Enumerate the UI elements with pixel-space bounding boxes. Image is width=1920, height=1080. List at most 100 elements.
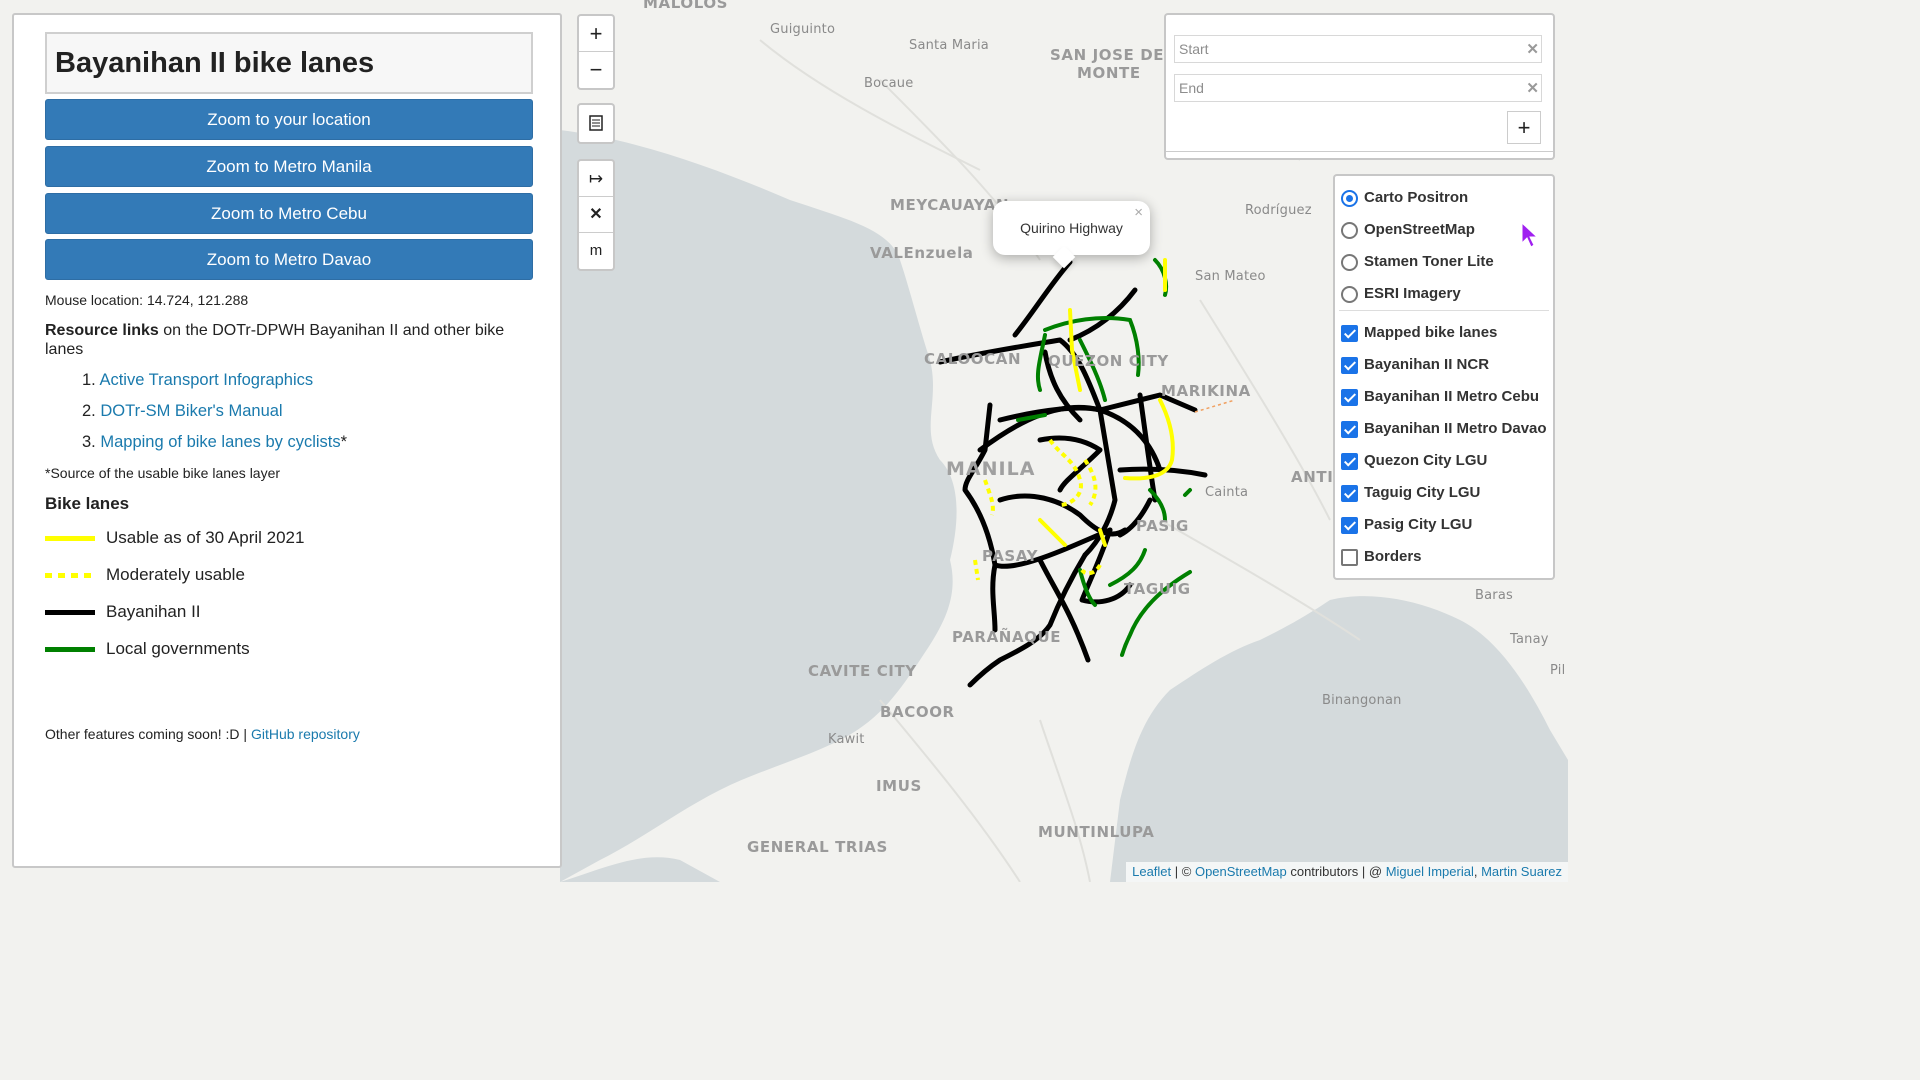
place-label: QUEZON CITY bbox=[1048, 352, 1169, 370]
add-waypoint-button[interactable]: + bbox=[1507, 111, 1541, 144]
routing-divider bbox=[1166, 151, 1553, 152]
layer-label: Mapped bike lanes bbox=[1364, 324, 1498, 341]
legend-swatch bbox=[45, 610, 95, 615]
map-attribution: Leaflet | © OpenStreetMap contributors |… bbox=[1126, 862, 1568, 882]
measure-arrow-icon[interactable]: ↦ bbox=[579, 161, 613, 197]
layer-label: Quezon City LGU bbox=[1364, 452, 1488, 469]
author-link[interactable]: Martin Suarez bbox=[1481, 864, 1562, 879]
place-label: TAGUIG bbox=[1124, 580, 1191, 598]
clear-start-icon[interactable]: ✕ bbox=[1526, 40, 1539, 58]
measure-control: ↦ ✕ m bbox=[577, 159, 615, 271]
legend-title: Bike lanes bbox=[45, 494, 130, 513]
place-label: PASIG bbox=[1136, 517, 1189, 535]
place-label: Pil bbox=[1550, 663, 1566, 678]
layer-label: ESRI Imagery bbox=[1364, 285, 1461, 302]
layer-label: Bayanihan II NCR bbox=[1364, 356, 1490, 373]
place-label: MALOLOS bbox=[643, 0, 729, 12]
layer-label: Taguig City LGU bbox=[1364, 484, 1481, 501]
attribution-text: contributors | @ bbox=[1286, 864, 1386, 879]
place-label: PARAÑAQUE bbox=[952, 628, 1062, 646]
footer-text: Other features coming soon! :D | bbox=[45, 726, 251, 742]
checkbox-icon[interactable] bbox=[1341, 421, 1358, 438]
zoom-to-metro-davao-button[interactable]: Zoom to Metro Davao bbox=[45, 239, 533, 280]
place-label: CAVITE CITY bbox=[808, 662, 917, 680]
map-popup: Quirino Highway × bbox=[993, 201, 1150, 269]
sidebar-panel: Bayanihan II bike lanes Zoom to your loc… bbox=[12, 13, 562, 868]
place-label: MUNTINLUPA bbox=[1038, 823, 1155, 841]
cursor-icon bbox=[1521, 222, 1539, 248]
list-item: 1. Active Transport Infographics bbox=[82, 371, 347, 402]
link-active-transport[interactable]: Active Transport Infographics bbox=[99, 371, 313, 389]
place-label: GENERAL TRIAS bbox=[747, 838, 888, 856]
checkbox-icon[interactable] bbox=[1341, 325, 1358, 342]
mouse-location: Mouse location: 14.724, 121.288 bbox=[45, 292, 249, 308]
place-label: BACOOR bbox=[880, 703, 955, 721]
place-label: Cainta bbox=[1205, 485, 1249, 500]
radio-icon[interactable] bbox=[1341, 286, 1358, 303]
place-label: ANTI bbox=[1291, 468, 1334, 486]
zoom-to-metro-manila-button[interactable]: Zoom to Metro Manila bbox=[45, 146, 533, 187]
checkbox-icon[interactable] bbox=[1341, 453, 1358, 470]
start-input[interactable] bbox=[1174, 35, 1542, 63]
list-number: 3. bbox=[82, 433, 96, 451]
place-label: MANILA bbox=[946, 458, 1036, 480]
unit-toggle-button[interactable]: m bbox=[579, 233, 613, 269]
legend-label: Bayanihan II bbox=[106, 602, 201, 621]
layer-label: Bayanihan II Metro Davao bbox=[1364, 420, 1547, 437]
attribution-text: | © bbox=[1171, 864, 1195, 879]
zoom-to-metro-cebu-button[interactable]: Zoom to Metro Cebu bbox=[45, 193, 533, 234]
github-link[interactable]: GitHub repository bbox=[251, 726, 360, 742]
list-icon[interactable] bbox=[579, 105, 613, 142]
place-label: SAN JOSE DEL bbox=[1050, 46, 1175, 64]
checkbox-icon[interactable] bbox=[1341, 517, 1358, 534]
place-label: MEYCAUAYAN bbox=[890, 196, 1010, 214]
place-label: MARIKINA bbox=[1161, 382, 1251, 400]
list-number: 2. bbox=[82, 402, 96, 420]
zoom-control: + − bbox=[577, 14, 615, 90]
place-label: Bocaue bbox=[864, 76, 914, 91]
radio-icon[interactable] bbox=[1341, 222, 1358, 239]
place-label: Binangonan bbox=[1322, 693, 1402, 708]
place-label: Kawit bbox=[828, 732, 865, 747]
zoom-out-button[interactable]: − bbox=[579, 52, 613, 88]
place-label: Baras bbox=[1475, 588, 1513, 603]
resource-links-list: 1. Active Transport Infographics 2. DOTr… bbox=[82, 371, 347, 464]
legend-swatch bbox=[45, 536, 95, 541]
layers-divider bbox=[1339, 310, 1549, 311]
place-label: PASAY bbox=[982, 547, 1039, 565]
zoom-in-button[interactable]: + bbox=[579, 16, 613, 52]
place-label: VALEnzuela bbox=[870, 244, 974, 262]
title-box: Bayanihan II bike lanes bbox=[45, 32, 533, 94]
layer-label: Carto Positron bbox=[1364, 189, 1469, 206]
popup-text: Quirino Highway bbox=[1020, 220, 1123, 236]
list-item: 3. Mapping of bike lanes by cyclists* bbox=[82, 433, 347, 464]
link-mapping-bike-lanes[interactable]: Mapping of bike lanes by cyclists bbox=[100, 433, 340, 451]
checkbox-icon[interactable] bbox=[1341, 389, 1358, 406]
layer-label: Borders bbox=[1364, 548, 1422, 565]
place-label: Santa Maria bbox=[909, 38, 989, 53]
place-label: CALOOCAN bbox=[924, 350, 1022, 368]
checkbox-icon[interactable] bbox=[1341, 549, 1358, 566]
place-label: Guiguinto bbox=[770, 22, 836, 37]
author-link[interactable]: Miguel Imperial bbox=[1386, 864, 1474, 879]
leaflet-link[interactable]: Leaflet bbox=[1132, 864, 1171, 879]
end-input[interactable] bbox=[1174, 74, 1542, 102]
place-label: MONTE bbox=[1077, 64, 1141, 82]
radio-icon[interactable] bbox=[1341, 254, 1358, 271]
checkbox-icon[interactable] bbox=[1341, 485, 1358, 502]
clear-measure-icon[interactable]: ✕ bbox=[579, 197, 613, 233]
legend-swatch bbox=[45, 573, 95, 578]
legend-label: Moderately usable bbox=[106, 565, 245, 584]
checkbox-icon[interactable] bbox=[1341, 357, 1358, 374]
link-suffix: * bbox=[340, 433, 348, 451]
osm-link[interactable]: OpenStreetMap bbox=[1195, 864, 1287, 879]
list-item: 2. DOTr-SM Biker's Manual bbox=[82, 402, 347, 433]
radio-icon[interactable] bbox=[1341, 190, 1358, 207]
footer: Other features coming soon! :D | GitHub … bbox=[45, 726, 360, 742]
popup-close-icon[interactable]: × bbox=[1134, 204, 1143, 221]
list-number: 1. bbox=[82, 371, 96, 389]
link-bikers-manual[interactable]: DOTr-SM Biker's Manual bbox=[100, 402, 282, 420]
zoom-to-location-button[interactable]: Zoom to your location bbox=[45, 99, 533, 140]
clear-end-icon[interactable]: ✕ bbox=[1526, 79, 1539, 97]
source-note: *Source of the usable bike lanes layer bbox=[45, 465, 281, 481]
